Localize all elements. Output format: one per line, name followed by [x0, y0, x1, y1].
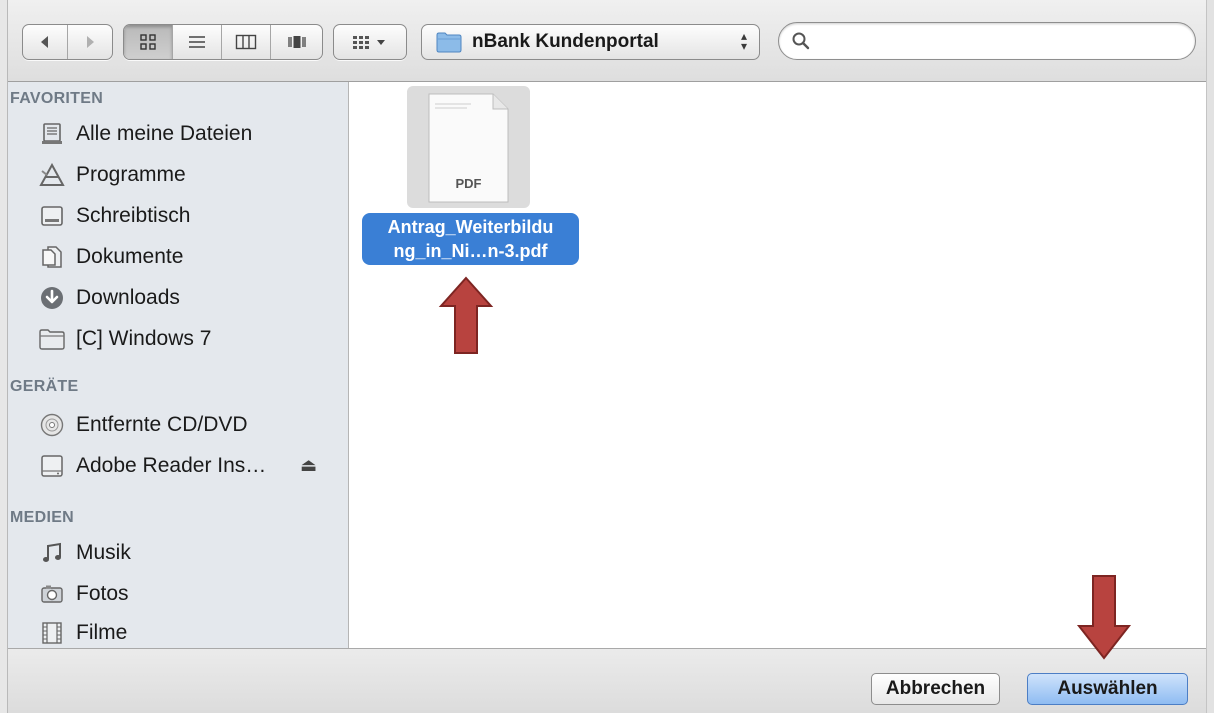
file-type-label: PDF: [455, 176, 482, 191]
sidebar-item-documents[interactable]: Dokumente: [38, 239, 348, 275]
file-item-thumbnail[interactable]: PDF: [407, 86, 530, 208]
cancel-button[interactable]: Abbrechen: [871, 673, 1000, 705]
sidebar-item-label: Entfernte CD/DVD: [76, 413, 248, 436]
disc-icon: [38, 411, 66, 439]
sidebar-item-label: Musik: [76, 541, 131, 564]
coverflow-view-button[interactable]: [271, 25, 322, 59]
sidebar-item-music[interactable]: Musik: [38, 535, 348, 571]
sidebar-item-downloads[interactable]: Downloads: [38, 280, 348, 316]
sidebar-item-label: Adobe Reader Ins…: [76, 454, 267, 477]
file-item-name[interactable]: Antrag_Weiterbildu ng_in_Ni…n-3.pdf: [362, 213, 579, 265]
sidebar-item-movies[interactable]: Filme: [38, 615, 348, 648]
toolbar: nBank Kundenportal ▴ ▾: [8, 0, 1206, 82]
sidebar-item-label: Programme: [76, 163, 186, 186]
search-field[interactable]: [778, 22, 1196, 60]
drive-icon: [38, 452, 66, 480]
sidebar-item-windows7[interactable]: [C] Windows 7: [38, 321, 348, 357]
all-files-icon: [38, 120, 66, 148]
list-view-icon: [189, 36, 205, 48]
arrange-button[interactable]: [333, 24, 407, 60]
nav-buttons: [22, 24, 113, 60]
annotation-arrow-down-icon: [1076, 575, 1132, 660]
sidebar-item-all-files[interactable]: Alle meine Dateien: [38, 116, 348, 152]
sidebar-item-label: [C] Windows 7: [76, 327, 212, 350]
camera-icon: [38, 580, 66, 608]
sidebar-item-label: Schreibtisch: [76, 204, 191, 227]
file-name-line-1: Antrag_Weiterbildu: [387, 217, 554, 237]
back-button[interactable]: [23, 25, 68, 59]
background-window-left: [0, 0, 8, 713]
location-popup[interactable]: nBank Kundenportal ▴ ▾: [421, 24, 760, 60]
music-icon: [38, 539, 66, 567]
sidebar-item-desktop[interactable]: Schreibtisch: [38, 198, 348, 234]
sidebar-item-label: Filme: [76, 621, 128, 644]
file-browser: PDF Antrag_Weiterbildu ng_in_Ni…n-3.pdf: [350, 82, 1206, 648]
sidebar-item-label: Dokumente: [76, 245, 184, 268]
sidebar-item-photos[interactable]: Fotos: [38, 576, 348, 612]
search-input[interactable]: [819, 30, 1179, 52]
back-arrow-icon: [41, 36, 48, 48]
section-header-devices: GERÄTE: [10, 378, 79, 395]
list-view-button[interactable]: [173, 25, 222, 59]
file-name-line-2: ng_in_Ni…n-3.pdf: [393, 241, 548, 261]
sidebar-item-label: Fotos: [76, 582, 129, 605]
annotation-arrow-up-icon: [438, 276, 494, 354]
sidebar-item-applications[interactable]: Programme: [38, 157, 348, 193]
forward-arrow-icon: [87, 36, 94, 48]
icon-view-icon: [140, 34, 156, 50]
arrange-popup[interactable]: [334, 25, 406, 59]
icon-view-button[interactable]: [124, 25, 173, 59]
column-view-icon: [235, 34, 257, 50]
eject-icon[interactable]: ⏏: [300, 455, 317, 476]
folder-icon: [436, 32, 462, 53]
select-button[interactable]: Auswählen: [1027, 673, 1188, 705]
location-label: nBank Kundenportal: [472, 31, 659, 52]
updown-chevron-icon: ▴ ▾: [740, 29, 747, 53]
view-mode-buttons: [123, 24, 323, 60]
section-header-favorites: FAVORITEN: [10, 90, 104, 107]
search-icon: [792, 32, 810, 50]
open-file-dialog: nBank Kundenportal ▴ ▾ FAVORITEN Alle mei…: [8, 0, 1206, 713]
dialog-footer: Abbrechen Auswählen: [8, 648, 1206, 713]
documents-icon: [38, 243, 66, 271]
sidebar-item-label: Alle meine Dateien: [76, 122, 253, 145]
folder-icon: [38, 325, 66, 353]
column-view-button[interactable]: [222, 25, 271, 59]
sidebar: FAVORITEN Alle meine Dateien Programme S…: [8, 82, 349, 648]
applications-icon: [38, 161, 66, 189]
background-window-right: [1206, 0, 1214, 713]
coverflow-view-icon: [287, 36, 306, 48]
film-icon: [38, 619, 66, 647]
arrange-icon: [353, 36, 385, 49]
downloads-icon: [38, 284, 66, 312]
desktop-icon: [38, 202, 66, 230]
sidebar-item-label: Downloads: [76, 286, 180, 309]
forward-button[interactable]: [68, 25, 112, 59]
sidebar-item-remote-disc[interactable]: Entfernte CD/DVD: [38, 407, 348, 443]
section-header-media: MEDIEN: [10, 509, 75, 526]
